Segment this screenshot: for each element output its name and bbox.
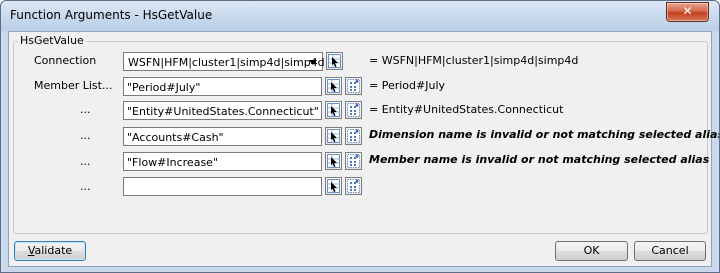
member-2-select-button[interactable] (325, 101, 342, 119)
dialog-body: HsGetValue Connection WSFN|HFM|cluster1|… (8, 31, 719, 267)
select-cell-icon (327, 129, 340, 143)
dialog-window: Function Arguments - HsGetValue ✕ HsGetV… (0, 0, 720, 273)
select-cell-icon (328, 54, 341, 68)
member-value-3: "Accounts#Cash" (127, 131, 224, 144)
title-bar[interactable]: Function Arguments - HsGetValue ✕ (1, 1, 719, 31)
validate-button-label: Validate (27, 244, 73, 257)
connection-select-button[interactable] (326, 52, 343, 70)
member-1-select-button[interactable] (325, 77, 342, 95)
member-5-member-selector-button[interactable] (345, 177, 362, 195)
member-selector-icon (347, 154, 360, 168)
member-row-label-4: ... (80, 155, 91, 168)
group-legend: HsGetValue (18, 34, 86, 47)
member-value-2: "Entity#UnitedStates.Connecticut" (127, 105, 319, 118)
member-field-1[interactable]: "Period#July" (123, 77, 322, 96)
member-selector-icon (347, 103, 360, 117)
member-selector-icon (347, 129, 360, 143)
member-2-member-selector-button[interactable] (345, 101, 362, 119)
select-cell-icon (327, 103, 340, 117)
select-cell-icon (327, 79, 340, 93)
close-button[interactable]: ✕ (666, 2, 709, 22)
ok-button[interactable]: OK (555, 241, 628, 261)
member-list-label: Member List... (34, 79, 113, 92)
member-result-3-error: Dimension name is invalid or not matchin… (369, 128, 720, 141)
member-5-select-button[interactable] (325, 177, 342, 195)
member-field-3[interactable]: "Accounts#Cash" (123, 127, 322, 146)
connection-value: WSFN|HFM|cluster1|simp4d|simp4d (128, 56, 325, 69)
cancel-button-label: Cancel (651, 244, 689, 257)
cancel-button[interactable]: Cancel (634, 241, 706, 261)
member-row-label-3: ... (80, 129, 91, 142)
member-result-4-error: Member name is invalid or not matching s… (369, 153, 710, 166)
member-result-2: = Entity#UnitedStates.Connecticut (369, 103, 564, 116)
member-value-1: "Period#July" (127, 81, 201, 94)
validate-button[interactable]: Validate (14, 241, 86, 261)
member-4-member-selector-button[interactable] (345, 152, 362, 170)
member-3-select-button[interactable] (325, 127, 342, 145)
connection-dropdown[interactable]: WSFN|HFM|cluster1|simp4d|simp4d (123, 52, 325, 71)
chevron-down-icon[interactable] (309, 60, 317, 65)
member-selector-icon (347, 79, 360, 93)
member-field-5[interactable] (123, 177, 322, 196)
connection-label: Connection (34, 54, 97, 67)
member-row-label-2: ... (80, 103, 91, 116)
member-selector-icon (347, 179, 360, 193)
select-cell-icon (327, 179, 340, 193)
dialog-title: Function Arguments - HsGetValue (10, 8, 213, 22)
connection-result: = WSFN|HFM|cluster1|simp4d|simp4d (369, 54, 579, 67)
member-result-1: = Period#July (369, 79, 446, 92)
member-value-4: "Flow#Increase" (127, 156, 218, 169)
ok-button-label: OK (583, 244, 600, 257)
member-field-2[interactable]: "Entity#UnitedStates.Connecticut" (123, 101, 322, 120)
member-row-label-5: ... (80, 180, 91, 193)
member-4-select-button[interactable] (325, 152, 342, 170)
member-3-member-selector-button[interactable] (345, 127, 362, 145)
member-field-4[interactable]: "Flow#Increase" (123, 152, 322, 171)
member-1-member-selector-button[interactable] (345, 77, 362, 95)
select-cell-icon (327, 154, 340, 168)
close-icon: ✕ (682, 4, 693, 18)
